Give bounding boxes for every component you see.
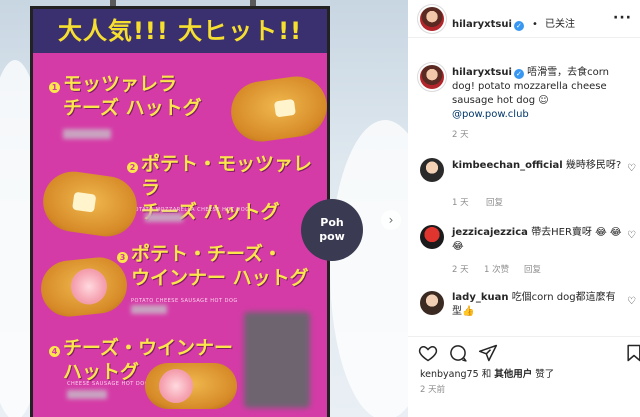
like-comment-heart-icon[interactable]: ♡ xyxy=(627,163,636,174)
commenter-avatar[interactable] xyxy=(420,291,444,315)
commenter-avatar[interactable] xyxy=(420,158,444,182)
comment-likes-count[interactable]: 1 次赞 xyxy=(484,263,509,275)
comment-text: 幾時移民呀? xyxy=(565,160,622,171)
item-number: 1 xyxy=(49,82,60,93)
comment-age: 2 天 xyxy=(452,265,469,275)
blurred-price xyxy=(63,129,111,139)
corndog-image xyxy=(39,167,141,241)
likes-summary: kenbyang75 和 其他用户 赞了 xyxy=(420,366,554,380)
item-subtitle: CHEESE SAUSAGE HOT DOG xyxy=(67,381,150,387)
author-avatar[interactable] xyxy=(420,65,444,89)
more-options-icon[interactable]: ··· xyxy=(613,10,632,26)
like-heart-icon[interactable] xyxy=(418,343,438,363)
author-username[interactable]: hilaryxtsui xyxy=(452,19,512,30)
action-bar xyxy=(408,336,640,366)
caption-username[interactable]: hilaryxtsui xyxy=(452,67,512,78)
item-title: モッツァレラ チーズ ハットグ xyxy=(63,73,202,119)
share-paper-plane-icon[interactable] xyxy=(478,343,498,363)
likes-others-link[interactable]: 其他用户 xyxy=(494,369,532,380)
snow-bank xyxy=(330,120,408,417)
comment-username[interactable]: jezzicajezzica xyxy=(452,227,528,238)
item-number: 3 xyxy=(117,252,128,263)
blurred-photo xyxy=(244,312,310,408)
sausage-filling xyxy=(69,266,109,307)
header-author: hilaryxtsui ✓ • 已关注 xyxy=(452,12,575,31)
corndog-image xyxy=(38,254,130,320)
comment-item: lady_kuan 吃個corn dog都這麼有型👍 xyxy=(452,291,624,319)
pohpow-logo: Poh pow xyxy=(301,199,363,261)
item-number: 4 xyxy=(49,346,60,357)
comment-age: 1 天 xyxy=(452,198,469,208)
item-number: 2 xyxy=(127,162,138,173)
cheese-filling xyxy=(273,98,296,118)
author-avatar[interactable] xyxy=(420,7,444,31)
comment-item: jezzicajezzica 帶去HER賣呀 😂 😂😂 xyxy=(452,226,624,254)
verified-badge-icon: ✓ xyxy=(513,69,524,79)
comment-reply-button[interactable]: 回复 xyxy=(524,263,541,275)
corndog-image xyxy=(227,72,331,146)
separator-dot: • xyxy=(532,19,538,30)
corndog-image xyxy=(145,363,237,409)
cheese-filling xyxy=(72,191,97,213)
save-bookmark-icon[interactable] xyxy=(624,343,640,363)
post-date: 2 天前 xyxy=(420,385,446,395)
mention-link[interactable]: @pow.pow.club xyxy=(452,108,632,122)
post-sidebar: hilaryxtsui ✓ • 已关注 ··· hilaryxtsui ✓ 唔滑雪，… xyxy=(408,0,640,417)
like-comment-heart-icon[interactable]: ♡ xyxy=(627,296,636,307)
item-title: ポテト・チーズ・ ウインナー ハットグ xyxy=(131,243,309,289)
carousel-next-button[interactable]: › xyxy=(381,210,401,230)
likes-suffix-text: 赞了 xyxy=(535,369,555,380)
item-subtitle: POTATO CHEESE SAUSAGE HOT DOG xyxy=(131,298,238,304)
comment-username[interactable]: kimbeechan_official xyxy=(452,160,563,171)
blurred-price xyxy=(67,390,107,399)
poster-banner: 大人気!!! 大ヒット!! xyxy=(33,9,327,53)
blurred-price xyxy=(145,213,183,222)
sausage-filling xyxy=(159,369,193,403)
comment-username[interactable]: lady_kuan xyxy=(452,292,509,303)
like-comment-heart-icon[interactable]: ♡ xyxy=(627,230,636,241)
verified-badge-icon: ✓ xyxy=(513,21,524,31)
comment-reply-button[interactable]: 回复 xyxy=(486,196,503,208)
likes-user-link[interactable]: kenbyang75 xyxy=(420,369,479,380)
comment-item: kimbeechan_official 幾時移民呀? xyxy=(452,159,622,173)
comment-bubble-icon[interactable] xyxy=(448,343,468,363)
caption-age: 2 天 xyxy=(452,130,469,140)
likes-and-text: 和 xyxy=(481,369,492,380)
commenter-avatar[interactable] xyxy=(420,225,444,249)
post-caption: hilaryxtsui ✓ 唔滑雪，去食corn dog! potato mozz… xyxy=(452,66,632,122)
post-header: hilaryxtsui ✓ • 已关注 ··· xyxy=(408,0,640,38)
blurred-price xyxy=(131,305,167,314)
chevron-right-icon: › xyxy=(388,213,394,227)
post-photo: 大人気!!! 大ヒット!! 1 モッツァレラ チーズ ハットグ 2 ポテト・モッ… xyxy=(0,0,408,417)
follow-status-button[interactable]: 已关注 xyxy=(545,19,575,30)
